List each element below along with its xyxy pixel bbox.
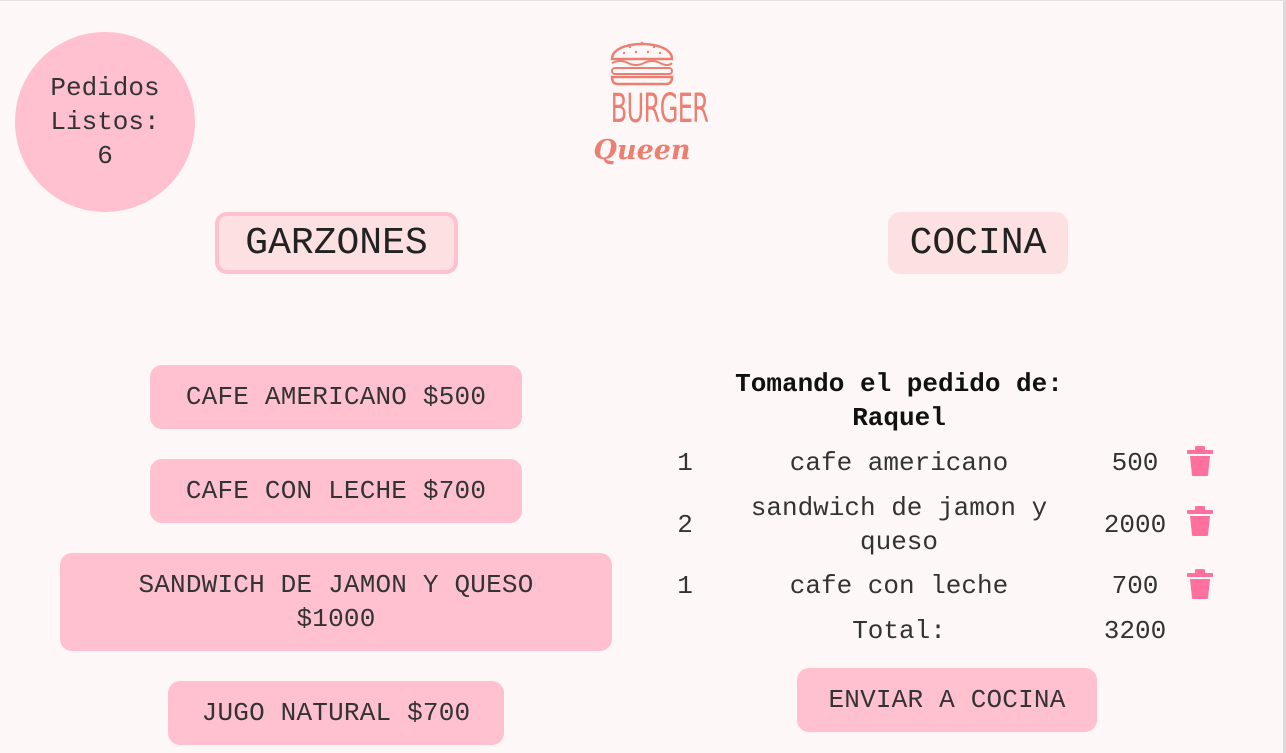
ready-orders-badge: Pedidos Listos: 6 [15, 32, 195, 212]
order-item-row: 2 sandwich de jamon y queso 2000 [660, 491, 1240, 559]
menu-item-cafe-con-leche-button[interactable]: CAFE CON LECHE $700 [150, 459, 522, 523]
trash-icon[interactable] [1187, 569, 1213, 599]
tab-garzones[interactable]: GARZONES [215, 212, 458, 274]
order-item-price: 2000 [1103, 510, 1167, 540]
order-item-qty: 2 [677, 510, 693, 540]
menu-item-cafe-americano-button[interactable]: CAFE AMERICANO $500 [150, 365, 522, 429]
order-item-price: 500 [1111, 448, 1159, 478]
order-item-qty: 1 [677, 571, 693, 601]
order-item-qty: 1 [677, 448, 693, 478]
tab-cocina[interactable]: COCINA [888, 212, 1068, 274]
order-total-value: 3200 [1103, 616, 1167, 646]
send-to-kitchen-button[interactable]: ENVIAR A COCINA [797, 668, 1097, 732]
order-item-row: 1 cafe americano 500 [660, 446, 1240, 480]
order-item-name: cafe americano [789, 448, 1009, 478]
burger-logo-icon [610, 41, 674, 86]
order-item-name: sandwich de jamon y queso [750, 493, 1048, 557]
order-total-row: Total: 3200 [660, 614, 1240, 648]
order-header: Tomando el pedido de: Raquel [735, 369, 1063, 433]
ready-orders-text: Pedidos Listos: 6 [50, 73, 160, 171]
menu-item-jugo-natural-button[interactable]: JUGO NATURAL $700 [168, 681, 504, 745]
order-item-name: cafe con leche [789, 571, 1009, 601]
trash-icon[interactable] [1187, 446, 1213, 476]
trash-icon[interactable] [1187, 506, 1213, 536]
order-total-label: Total: [852, 616, 946, 646]
menu-item-sandwich-button[interactable]: SANDWICH DE JAMON Y QUESO $1000 [60, 553, 612, 651]
logo-text-queen: Queen [593, 135, 691, 166]
burger-queen-logo: BURGER Queen [590, 29, 709, 171]
order-item-row: 1 cafe con leche 700 [660, 569, 1240, 603]
logo-text-burger: BURGER [610, 86, 709, 132]
order-item-price: 700 [1111, 571, 1159, 601]
